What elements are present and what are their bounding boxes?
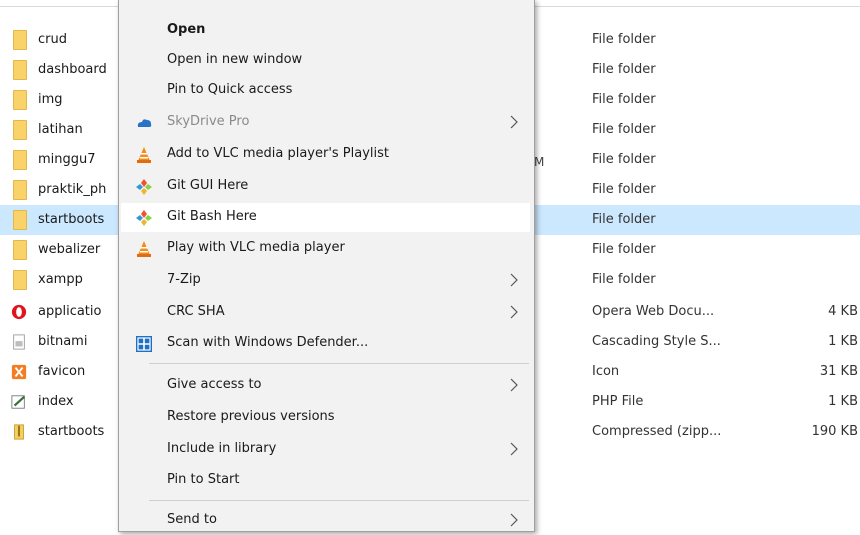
chevron-right-icon [510, 513, 518, 527]
file-type: File folder [592, 32, 656, 47]
chevron-right-icon [510, 378, 518, 392]
file-size: 31 KB [819, 364, 858, 379]
file-type: File folder [592, 242, 656, 257]
menu-item-label: Give access to [167, 377, 262, 392]
file-name: latihan [38, 122, 83, 137]
chevron-right-icon [510, 305, 518, 319]
file-name: dashboard [38, 62, 107, 77]
file-type: Compressed (zipp... [592, 424, 722, 439]
folder-icon [13, 60, 27, 80]
folder-icon [13, 240, 27, 260]
file-type: File folder [592, 92, 656, 107]
windows-defender-icon [136, 336, 152, 352]
folder-icon [13, 270, 27, 290]
context-menu: Open Open in new window Pin to Quick acc… [118, 0, 535, 532]
xampp-icon [11, 364, 27, 380]
file-size: 1 KB [828, 334, 858, 349]
skydrive-icon [137, 119, 152, 127]
menu-item-label: Send to [167, 512, 217, 527]
git-icon [136, 179, 152, 195]
chevron-right-icon [510, 115, 518, 129]
menu-separator [149, 363, 529, 364]
file-name: xampp [38, 272, 83, 287]
file-name: img [38, 92, 63, 107]
chevron-right-icon [510, 273, 518, 287]
file-name: crud [38, 32, 67, 47]
menu-separator [149, 500, 529, 501]
menu-item-label: Play with VLC media player [167, 240, 345, 255]
menu-item-git-gui[interactable]: Git GUI Here [121, 172, 530, 201]
file-name: startboots [38, 212, 105, 227]
file-name: minggu7 [38, 152, 96, 167]
menu-item-include-library[interactable]: Include in library [121, 435, 530, 464]
menu-item-label: Git GUI Here [167, 178, 249, 193]
menu-item-label: Include in library [167, 441, 277, 456]
file-type: File folder [592, 122, 656, 137]
menu-item-label: Restore previous versions [167, 409, 335, 424]
type-column-header-fragment [592, 0, 672, 6]
file-size: 190 KB [811, 424, 858, 439]
menu-item-open-new-window[interactable]: Open in new window [121, 46, 530, 75]
menu-item-label: Open in new window [167, 52, 303, 67]
file-type: Icon [592, 364, 620, 379]
chevron-right-icon [510, 442, 518, 456]
menu-item-label: Add to VLC media player's Playlist [167, 146, 390, 161]
css-file-icon [13, 334, 25, 350]
menu-item-skydrive-pro[interactable]: SkyDrive Pro [121, 108, 530, 137]
menu-item-label: CRC SHA [167, 304, 225, 319]
menu-item-pin-to-start[interactable]: Pin to Start [121, 466, 530, 495]
file-type: File folder [592, 152, 656, 167]
menu-item-label: SkyDrive Pro [167, 114, 250, 129]
file-name: praktik_ph [38, 182, 107, 197]
vlc-icon [137, 241, 151, 257]
menu-item-restore-versions[interactable]: Restore previous versions [121, 403, 530, 432]
file-name: bitnami [38, 334, 88, 349]
menu-item-label: 7-Zip [167, 272, 201, 287]
file-type: File folder [592, 272, 656, 287]
menu-item-vlc-play[interactable]: Play with VLC media player [121, 234, 530, 263]
menu-item-git-bash[interactable]: Git Bash Here [121, 203, 530, 232]
file-type: PHP File [592, 394, 644, 409]
vlc-icon [137, 147, 151, 163]
file-name: favicon [38, 364, 86, 379]
file-type: Cascading Style S... [592, 334, 721, 349]
file-type: File folder [592, 62, 656, 77]
menu-item-label: Scan with Windows Defender... [167, 335, 369, 350]
menu-item-open[interactable]: Open [121, 16, 530, 45]
file-name: index [38, 394, 74, 409]
menu-item-give-access[interactable]: Give access to [121, 371, 530, 400]
file-size: 4 KB [828, 304, 858, 319]
obscured-text-fragment: M [534, 155, 545, 169]
menu-item-label: Git Bash Here [167, 209, 257, 224]
file-name: startboots [38, 424, 105, 439]
menu-item-label: Pin to Start [167, 472, 240, 487]
file-type: Opera Web Docu... [592, 304, 715, 319]
menu-item-vlc-playlist[interactable]: Add to VLC media player's Playlist [121, 140, 530, 169]
menu-item-7zip[interactable]: 7-Zip [121, 266, 530, 295]
php-file-icon [11, 395, 26, 409]
folder-icon [13, 30, 27, 50]
menu-item-label: Open [167, 22, 206, 37]
zip-icon [14, 424, 24, 440]
opera-icon [11, 304, 27, 320]
file-name: webalizer [38, 242, 101, 257]
menu-item-windows-defender[interactable]: Scan with Windows Defender... [121, 329, 530, 358]
menu-item-label: Pin to Quick access [167, 82, 293, 97]
menu-item-crc-sha[interactable]: CRC SHA [121, 298, 530, 327]
git-icon [136, 210, 152, 226]
file-type: File folder [592, 212, 656, 227]
file-name: applicatio [38, 304, 102, 319]
folder-icon [13, 210, 27, 230]
folder-icon [13, 90, 27, 110]
folder-icon [13, 120, 27, 140]
file-size: 1 KB [828, 394, 858, 409]
folder-icon [13, 150, 27, 170]
menu-item-pin-quick-access[interactable]: Pin to Quick access [121, 76, 530, 105]
file-type: File folder [592, 182, 656, 197]
folder-icon [13, 180, 27, 200]
